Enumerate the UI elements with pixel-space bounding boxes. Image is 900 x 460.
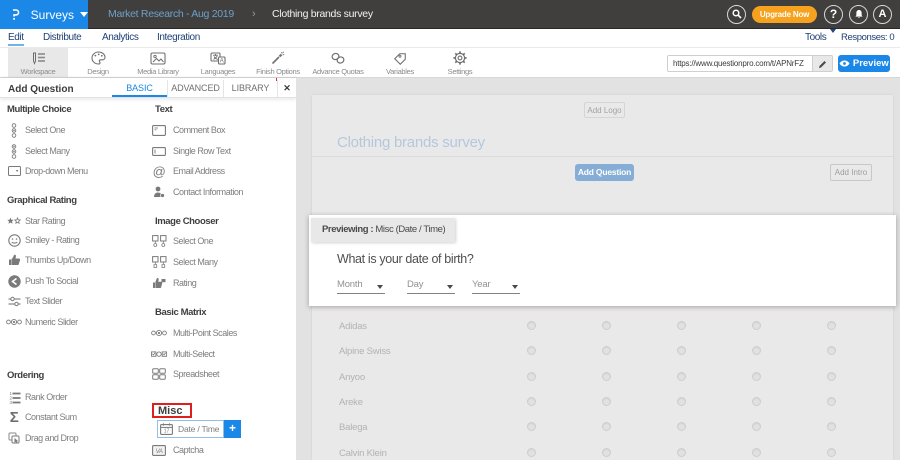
- svg-text:17: 17: [164, 429, 170, 435]
- svg-text:VA: VA: [156, 448, 163, 454]
- svg-text:3: 3: [9, 400, 12, 404]
- svg-text:A: A: [220, 58, 224, 64]
